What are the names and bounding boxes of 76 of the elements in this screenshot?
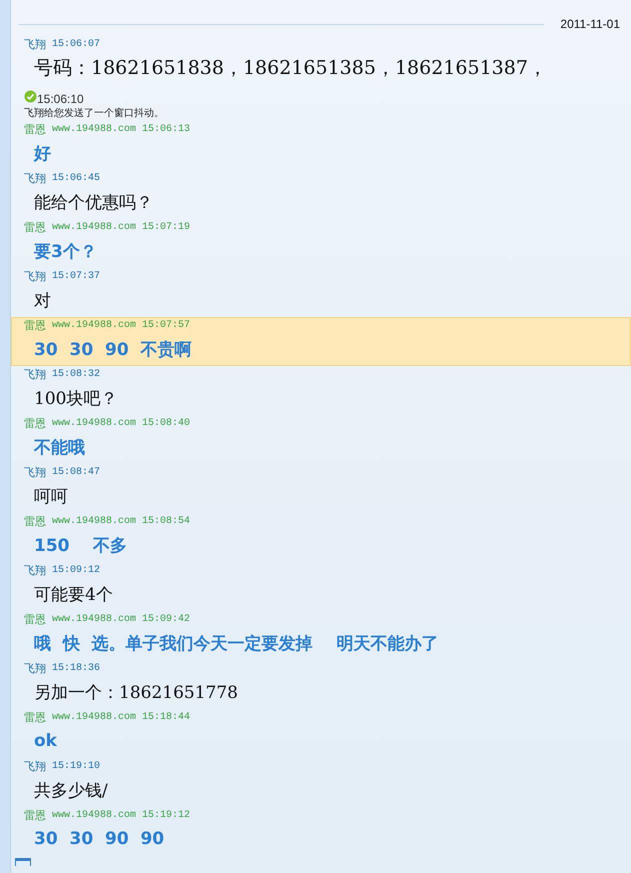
- message-item[interactable]: 飞翔 15:06:45 能给个优惠吗？: [11, 170, 631, 219]
- message-text: 可能要4个: [33, 584, 114, 607]
- message-text: 150 不多: [33, 534, 128, 558]
- sender-site: www.194988.com: [52, 320, 136, 332]
- sender-name: 雷恩: [24, 710, 46, 726]
- message-item[interactable]: 雷恩 www.194988.com 15:08:54 150 不多: [11, 513, 631, 562]
- message-time: 15:07:19: [142, 222, 190, 234]
- sender-site: www.194988.com: [52, 614, 136, 626]
- sender-name: 雷恩: [24, 220, 46, 236]
- message-item[interactable]: 雷恩 www.194988.com 15:07:19 要3个？: [11, 219, 631, 268]
- message-text: 呵呵: [33, 486, 69, 509]
- sender-name: 飞翔: [24, 37, 46, 52]
- message-text: 能给个优惠吗？: [33, 192, 154, 215]
- message-time: 15:06:07: [52, 39, 100, 50]
- message-item[interactable]: 飞翔 15:18:36 另加一个：18621651778: [11, 660, 631, 709]
- message-time: 15:19:12: [142, 810, 190, 822]
- sender-name: 雷恩: [24, 514, 46, 530]
- message-item[interactable]: 飞翔 15:06:07 号码：18621651838，18621651385，18621651387，: [11, 36, 631, 85]
- message-text: 另加一个：18621651778: [33, 682, 239, 705]
- check-icon: [24, 90, 37, 103]
- message-text: 好: [32, 142, 52, 166]
- message-item[interactable]: 飞翔 15:19:10 共多少钱/: [11, 758, 631, 807]
- message-time: 15:09:12: [52, 565, 100, 576]
- message-time: 15:18:44: [142, 712, 190, 724]
- sender-site: www.194988.com: [52, 712, 136, 724]
- calendar-icon: [15, 858, 31, 866]
- sender-name: 雷恩: [24, 612, 46, 628]
- message-time: 15:18:36: [52, 663, 100, 674]
- message-text: 不能哦: [32, 436, 86, 460]
- message-time: 15:06:13: [142, 124, 190, 136]
- message-time: 15:07:37: [52, 271, 100, 282]
- sender-site: www.194988.com: [52, 124, 136, 136]
- message-time: 15:08:54: [142, 516, 190, 528]
- message-item[interactable]: 雷恩 www.194988.com 15:06:13 好: [11, 121, 631, 170]
- message-time: 15:06:45: [52, 173, 100, 184]
- message-time: 15:08:40: [142, 418, 190, 430]
- message-time: 15:09:42: [142, 614, 190, 626]
- message-text: ok: [33, 730, 58, 754]
- message-text: 30 30 90 90: [33, 828, 166, 852]
- message-item[interactable]: 飞翔 15:07:37 对: [11, 268, 631, 317]
- message-item[interactable]: 15:06:10 飞翔给您发送了一个窗口抖动。: [11, 85, 631, 121]
- message-item[interactable]: 雷恩 www.194988.com 15:08:40 不能哦: [11, 415, 631, 464]
- message-text: 100块吧？: [33, 388, 118, 411]
- sender-name: 雷恩: [24, 318, 46, 334]
- message-item[interactable]: 飞翔 15:08:47 呵呵: [11, 464, 631, 513]
- message-item[interactable]: 雷恩 www.194988.com 15:18:44 ok: [11, 709, 631, 758]
- sender-site: www.194988.com: [52, 418, 136, 430]
- sender-name: 雷恩: [24, 416, 46, 432]
- message-item[interactable]: 飞翔 15:08:32 100块吧？: [11, 366, 631, 415]
- sender-name: 飞翔: [24, 563, 46, 578]
- message-time: 15:08:32: [52, 369, 100, 380]
- message-text: 号码：18621651838，18621651385，18621651387，: [33, 56, 548, 82]
- sender-name: 雷恩: [24, 122, 46, 138]
- message-text: 30 30 90 不贵啊: [33, 338, 192, 362]
- message-text: 对: [33, 290, 52, 313]
- system-notice: 飞翔给您发送了一个窗口抖动。: [24, 106, 165, 120]
- sender-name: 雷恩: [24, 808, 46, 824]
- sender-name: 飞翔: [24, 171, 46, 186]
- sender-site: www.194988.com: [52, 222, 136, 234]
- message-text: 共多少钱/: [33, 780, 109, 803]
- message-item[interactable]: 飞翔 15:09:12 可能要4个: [11, 562, 631, 611]
- message-text: 哦 快 选。单子我们今天一定要发掉 明天不能办了: [33, 632, 440, 656]
- sender-name: 飞翔: [24, 465, 46, 480]
- message-time: 15:06:10: [37, 92, 84, 106]
- message-time: 15:08:47: [52, 467, 100, 478]
- message-item[interactable]: 雷恩 www.194988.com 15:09:42 哦 快 选。单子我们今天一定要发掉 明天不能办了: [11, 611, 631, 660]
- sender-name: 飞翔: [24, 269, 46, 284]
- date-label: 2011-11-01: [560, 17, 620, 31]
- message-time: 15:19:10: [52, 761, 100, 772]
- sender-site: www.194988.com: [52, 516, 136, 528]
- sender-site: www.194988.com: [52, 810, 136, 822]
- sender-name: 飞翔: [24, 367, 46, 382]
- sender-name: 飞翔: [24, 759, 46, 774]
- message-time: 15:07:57: [142, 320, 190, 332]
- message-text: 要3个？: [33, 240, 98, 264]
- sender-name: 飞翔: [24, 661, 46, 676]
